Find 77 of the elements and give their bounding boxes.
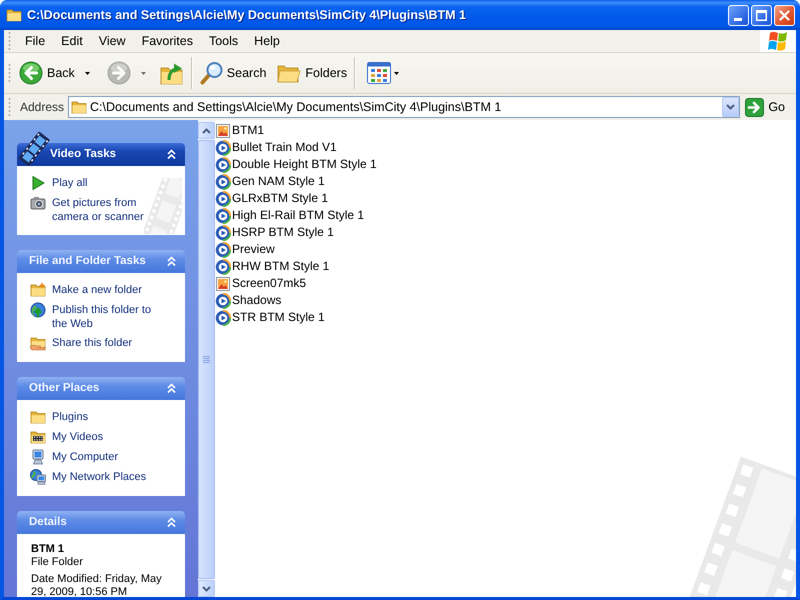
list-item[interactable]: Preview — [215, 241, 275, 258]
chevron-down-icon — [726, 104, 736, 110]
close-icon — [779, 10, 790, 20]
task-link[interactable]: My Network Places — [30, 469, 174, 485]
menu-item[interactable]: File — [17, 32, 54, 50]
maximize-icon — [756, 10, 767, 20]
search-button[interactable]: Search — [198, 55, 268, 91]
task-link[interactable]: Play all — [30, 175, 174, 191]
back-button[interactable]: Back — [17, 55, 96, 91]
menu-item[interactable]: View — [90, 32, 134, 50]
task-link[interactable]: Share this folder — [30, 335, 174, 351]
views-icon — [367, 62, 392, 84]
collapse-icon[interactable] — [167, 256, 176, 267]
address-field[interactable]: C:\Documents and Settings\Alcie\My Documents\SimCity 4\Plugins\BTM 1 — [68, 96, 740, 118]
pane-title: File and Folder Tasks — [29, 254, 147, 268]
pane-title: Details — [29, 516, 68, 530]
list-item[interactable]: HSRP BTM Style 1 — [215, 224, 334, 241]
scroll-up-button[interactable] — [198, 122, 215, 139]
list-item[interactable]: Double Height BTM Style 1 — [215, 156, 377, 173]
maximize-button[interactable] — [751, 4, 772, 26]
scroll-down-button[interactable] — [198, 580, 215, 597]
menu-item[interactable]: Help — [246, 32, 288, 50]
list-item[interactable]: Screen07mk5 — [215, 275, 306, 292]
pane-title: Other Places — [29, 382, 100, 396]
list-item[interactable]: Shadows — [215, 292, 282, 309]
list-item[interactable]: RHW BTM Style 1 — [215, 258, 330, 275]
pane-header[interactable]: Video Tasks — [17, 143, 185, 166]
globe-icon — [30, 302, 46, 318]
shared-folder-icon — [30, 335, 46, 351]
list-item[interactable]: Gen NAM Style 1 — [215, 173, 325, 190]
go-button[interactable]: Go — [745, 98, 785, 116]
minimize-icon — [734, 18, 742, 20]
grip-icon — [203, 356, 210, 363]
menu-item[interactable]: Edit — [53, 32, 91, 50]
video-folder-icon — [30, 429, 46, 445]
list-item[interactable]: GLRxBTM Style 1 — [215, 190, 328, 207]
grip-handle[interactable] — [8, 31, 11, 51]
collapse-icon[interactable] — [167, 383, 176, 394]
collapse-icon[interactable] — [167, 149, 176, 160]
details-type: File Folder — [31, 556, 84, 569]
chevron-down-icon — [202, 586, 211, 592]
search-icon — [200, 61, 224, 85]
folder-icon — [6, 7, 22, 23]
task-link[interactable]: Get pictures from camera or scanner — [30, 195, 174, 224]
task-link[interactable]: Make a new folder — [30, 282, 174, 298]
new-folder-icon — [30, 282, 46, 298]
list-item[interactable]: BTM1 — [215, 122, 264, 139]
camera-icon — [30, 195, 46, 211]
list-item[interactable]: Bullet Train Mod V1 — [215, 139, 337, 156]
address-dropdown-button[interactable] — [722, 97, 740, 117]
task-link[interactable]: Publish this folder to the Web — [30, 302, 174, 331]
pane-title: Video Tasks — [50, 148, 118, 162]
task-link[interactable]: Plugins — [30, 409, 174, 425]
windows-logo-icon — [760, 30, 796, 52]
menu-item[interactable]: Tools — [200, 32, 246, 50]
window-title: C:\Documents and Settings\Alcie\My Documents\SimCity 4\Plugins\BTM 1 — [27, 8, 467, 22]
folder-icon — [71, 99, 88, 115]
close-button[interactable] — [774, 4, 795, 26]
task-link[interactable]: My Videos — [30, 429, 174, 445]
list-item[interactable]: High El-Rail BTM Style 1 — [215, 207, 364, 224]
chevron-up-icon — [202, 128, 211, 134]
details-date-modified: Date Modified: Friday, May 29, 2009, 10:56 PM — [31, 573, 163, 597]
folder-up-icon — [160, 61, 184, 85]
collapse-icon[interactable] — [167, 517, 176, 528]
computer-icon — [30, 449, 46, 465]
details-name: BTM 1 — [31, 543, 65, 556]
play-icon — [30, 175, 46, 191]
folders-button[interactable]: Folders — [275, 55, 350, 91]
task-link[interactable]: My Computer — [30, 449, 174, 465]
grip-handle[interactable] — [8, 63, 11, 83]
menu-item[interactable]: Favorites — [134, 32, 201, 50]
minimize-button[interactable] — [728, 4, 749, 26]
grip-handle[interactable] — [8, 97, 11, 117]
list-item[interactable]: STR BTM Style 1 — [215, 309, 325, 326]
address-label: Address — [20, 100, 64, 114]
network-icon — [30, 469, 46, 485]
folder-icon — [30, 409, 46, 425]
